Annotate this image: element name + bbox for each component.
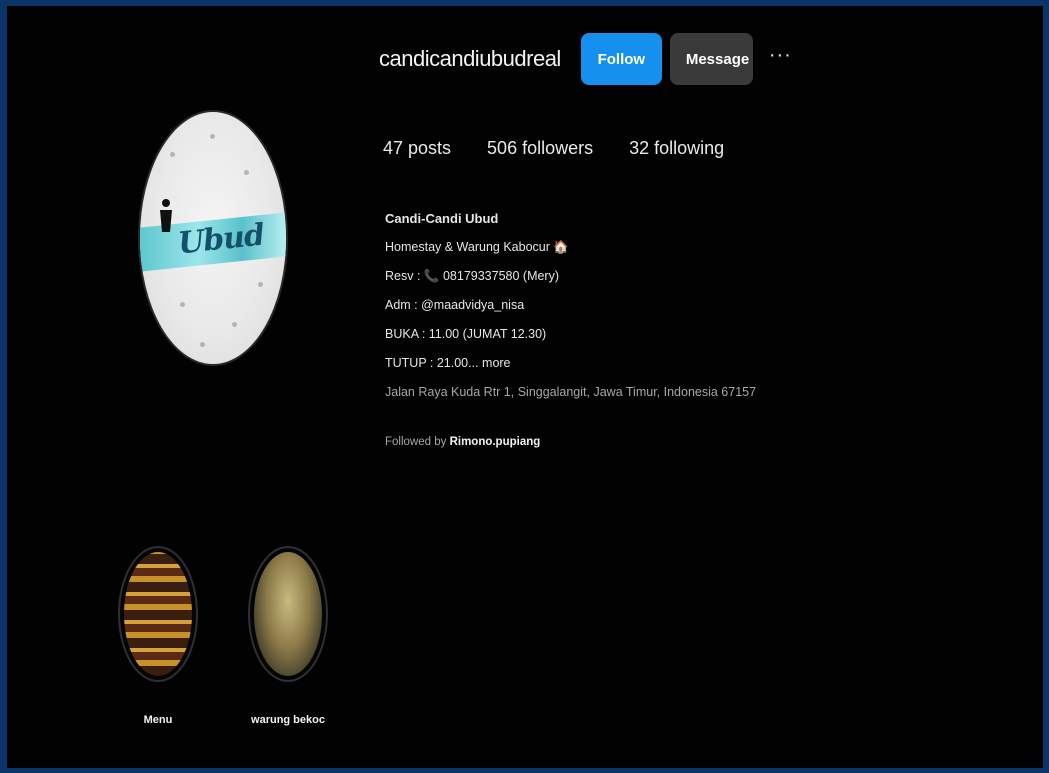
posts-count: 47 posts (383, 138, 452, 158)
bio-reservation-prefix: Resv : (385, 269, 424, 283)
more-options-icon[interactable]: ··· (769, 44, 792, 67)
bio-line-reservation: Resv : 📞 08179337580 (Mery) (385, 262, 845, 291)
avatar-person-silhouette (160, 199, 172, 232)
highlight-warung[interactable]: warung bekoc (243, 546, 333, 726)
bio-line-homestay: Homestay & Warung Kabocur 🏠 (385, 240, 569, 254)
message-button[interactable]: Message (669, 33, 753, 85)
profile-username: candicandiubudreal (379, 46, 561, 71)
following-link[interactable]: 32 following (629, 138, 724, 159)
profile-stats: 47 posts 506 followers 32 following (383, 138, 760, 159)
highlight-ring (118, 546, 198, 682)
highlight-label: Menu (143, 714, 173, 726)
warung-highlight-thumbnail (254, 552, 322, 676)
followers-link[interactable]: 506 followers (487, 138, 593, 159)
profile-header: candicandiubudreal Follow Message ··· (379, 32, 792, 86)
highlight-menu[interactable]: Menu (113, 546, 203, 726)
bio-line-close-hours[interactable]: TUTUP : 21.00... more (385, 349, 845, 378)
bio-line-admin: Adm : @maadvidya_nisa (385, 298, 525, 312)
profile-bio: Candi-Candi Ubud Homestay & Warung Kaboc… (385, 204, 845, 407)
bio-reservation-number: 08179337580 (Mery) (439, 269, 560, 283)
highlight-ring (248, 546, 328, 682)
followed-by[interactable]: Followed by Rimono.pupiang (385, 436, 540, 448)
profile-page: Ubud candicandiubudreal Follow Message ·… (7, 6, 1043, 768)
followed-by-prefix: Followed by (385, 436, 450, 448)
bio-line-open-hours: BUKA : 11.00 (JUMAT 12.30) (385, 327, 547, 341)
profile-avatar[interactable]: Ubud (138, 110, 288, 366)
follow-button[interactable]: Follow (580, 33, 662, 85)
bio-address[interactable]: Jalan Raya Kuda Rtr 1, Singgalangit, Jaw… (385, 378, 845, 407)
followed-by-user[interactable]: Rimono.pupiang (450, 436, 541, 448)
profile-display-name: Candi-Candi Ubud (385, 211, 499, 226)
menu-highlight-thumbnail (124, 552, 192, 676)
phone-icon: 📞 (423, 269, 440, 283)
highlight-label: warung bekoc (251, 714, 325, 726)
